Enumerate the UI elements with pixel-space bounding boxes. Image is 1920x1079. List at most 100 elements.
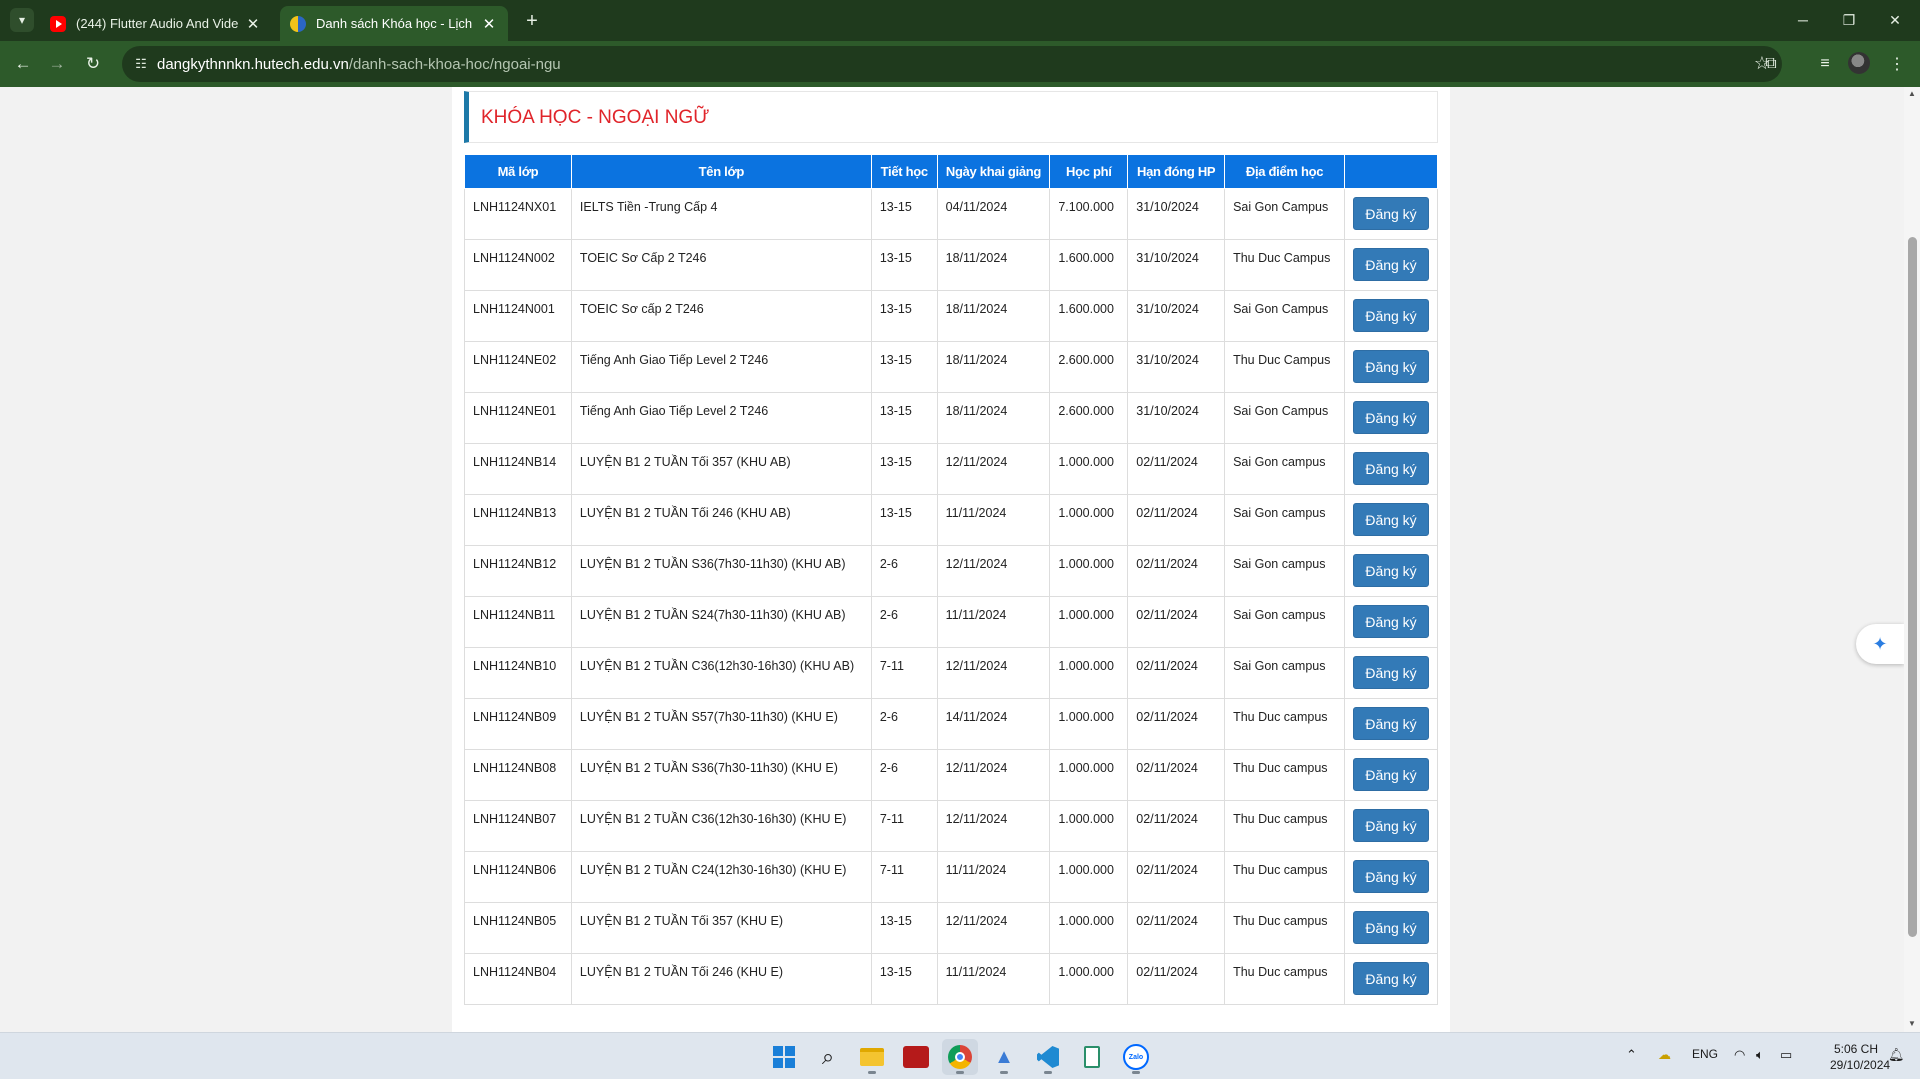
register-button[interactable]: Đăng ký bbox=[1353, 197, 1430, 230]
register-button[interactable]: Đăng ký bbox=[1353, 605, 1430, 638]
action-cell: Đăng ký bbox=[1344, 851, 1438, 903]
register-button[interactable]: Đăng ký bbox=[1353, 962, 1430, 995]
windows-start-icon[interactable] bbox=[766, 1039, 802, 1075]
start-date-cell: 12/11/2024 bbox=[936, 749, 1051, 801]
tab-hutech[interactable]: Danh sách Khóa học - Lịch thi ✕ bbox=[280, 6, 508, 41]
class-code-cell: LNH1124NE01 bbox=[464, 392, 572, 444]
language-indicator[interactable]: ENG bbox=[1692, 1047, 1718, 1061]
notification-bell-icon[interactable]: 🔔︎ bbox=[1888, 1047, 1905, 1063]
register-button[interactable]: Đăng ký bbox=[1353, 809, 1430, 842]
close-tab-icon[interactable]: ✕ bbox=[480, 15, 498, 33]
table-header-row: Mã lớp Tên lớp Tiết học Ngày khai giảng … bbox=[464, 154, 1438, 189]
new-tab-button[interactable]: + bbox=[520, 9, 544, 33]
clock[interactable]: 5:06 CH 29/10/2024 bbox=[1830, 1041, 1891, 1073]
scroll-up-arrow[interactable]: ▲ bbox=[1907, 89, 1917, 99]
close-tab-icon[interactable]: ✕ bbox=[244, 15, 262, 33]
volume-icon[interactable]: 🔈︎ bbox=[1756, 1047, 1764, 1063]
reload-button[interactable]: ↻ bbox=[78, 49, 108, 79]
fee-cell: 2.600.000 bbox=[1049, 392, 1129, 444]
class-code-cell: LNH1124NB08 bbox=[464, 749, 572, 801]
register-button[interactable]: Đăng ký bbox=[1353, 758, 1430, 791]
start-date-cell: 14/11/2024 bbox=[936, 698, 1051, 750]
search-icon[interactable]: ⌕ bbox=[810, 1039, 846, 1075]
start-date-cell: 12/11/2024 bbox=[936, 800, 1051, 852]
register-button[interactable]: Đăng ký bbox=[1353, 656, 1430, 689]
table-row: LNH1124NE01 Tiếng Anh Giao Tiếp Level 2 T… bbox=[464, 392, 1438, 444]
start-date-cell: 12/11/2024 bbox=[936, 443, 1051, 495]
period-cell: 2-6 bbox=[870, 545, 938, 597]
vscode-icon[interactable] bbox=[1030, 1039, 1066, 1075]
android-studio-icon[interactable]: ▲ bbox=[986, 1039, 1022, 1075]
register-button[interactable]: Đăng ký bbox=[1353, 401, 1430, 434]
register-button[interactable]: Đăng ký bbox=[1353, 911, 1430, 944]
fee-cell: 1.000.000 bbox=[1049, 851, 1129, 903]
payment-deadline-cell: 31/10/2024 bbox=[1127, 392, 1226, 444]
period-cell: 13-15 bbox=[870, 188, 938, 240]
register-button[interactable]: Đăng ký bbox=[1353, 503, 1430, 536]
payment-deadline-cell: 02/11/2024 bbox=[1127, 647, 1226, 699]
register-button[interactable]: Đăng ký bbox=[1353, 452, 1430, 485]
register-button[interactable]: Đăng ký bbox=[1353, 707, 1430, 740]
register-button[interactable]: Đăng ký bbox=[1353, 248, 1430, 281]
class-name-cell: LUYỆN B1 2 TUẦN Tối 246 (KHU AB) bbox=[570, 494, 872, 546]
table-row: LNH1124N001 TOEIC Sơ cấp 2 T246 13-15 18/11… bbox=[464, 290, 1438, 342]
weather-icon[interactable]: ☁ bbox=[1658, 1047, 1671, 1063]
scroll-down-arrow[interactable]: ▼ bbox=[1907, 1019, 1917, 1029]
fee-cell: 1.000.000 bbox=[1049, 596, 1129, 648]
chrome-icon[interactable] bbox=[942, 1039, 978, 1075]
forward-button[interactable]: → bbox=[42, 49, 72, 79]
location-cell: Sai Gon campus bbox=[1224, 596, 1346, 648]
browser-toolbar: ← → ↻ ☷ dangkythnnkn.hutech.edu.vn/danh-… bbox=[0, 41, 1920, 87]
minimize-button[interactable]: ─ bbox=[1780, 0, 1826, 40]
app-icon[interactable] bbox=[898, 1039, 934, 1075]
period-cell: 2-6 bbox=[870, 749, 938, 801]
file-explorer-icon[interactable] bbox=[854, 1039, 890, 1075]
menu-icon[interactable]: ⋮ bbox=[1884, 51, 1910, 77]
action-cell: Đăng ký bbox=[1344, 290, 1438, 342]
scrollbar-thumb[interactable] bbox=[1908, 237, 1917, 937]
reading-list-icon[interactable]: ≡ bbox=[1812, 51, 1838, 77]
profile-avatar[interactable] bbox=[1848, 52, 1870, 74]
class-code-cell: LNH1124N001 bbox=[464, 290, 572, 342]
fee-cell: 1.600.000 bbox=[1049, 239, 1129, 291]
table-row: LNH1124NB12 LUYỆN B1 2 TUẦN S36(7h30-11h3… bbox=[464, 545, 1438, 597]
fee-cell: 1.000.000 bbox=[1049, 953, 1129, 1005]
payment-deadline-cell: 31/10/2024 bbox=[1127, 188, 1226, 240]
table-row: LNH1124NB04 LUYỆN B1 2 TUẦN Tối 246 (KHU … bbox=[464, 953, 1438, 1005]
fee-cell: 1.000.000 bbox=[1049, 545, 1129, 597]
action-cell: Đăng ký bbox=[1344, 392, 1438, 444]
location-cell: Thu Duc campus bbox=[1224, 800, 1346, 852]
register-button[interactable]: Đăng ký bbox=[1353, 554, 1430, 587]
period-cell: 13-15 bbox=[870, 239, 938, 291]
site-info-icon[interactable]: ☷ bbox=[132, 55, 150, 73]
clock-time: 5:06 CH bbox=[1833, 1042, 1878, 1056]
extensions-icon[interactable]: ⧉ bbox=[1758, 51, 1784, 77]
vertical-scrollbar[interactable]: ▲ ▼ bbox=[1904, 87, 1920, 1032]
show-hidden-icons-icon[interactable]: ⌃ bbox=[1626, 1047, 1637, 1063]
column-header: Tên lớp bbox=[570, 154, 872, 189]
location-cell: Sai Gon Campus bbox=[1224, 290, 1346, 342]
class-code-cell: LNH1124NB09 bbox=[464, 698, 572, 750]
floating-assistant-icon[interactable]: ✦ bbox=[1856, 624, 1904, 664]
register-button[interactable]: Đăng ký bbox=[1353, 350, 1430, 383]
close-window-button[interactable]: ✕ bbox=[1872, 0, 1918, 40]
tab-youtube[interactable]: (244) Flutter Audio And Video C ✕ bbox=[40, 6, 272, 41]
clock-date: 29/10/2024 bbox=[1830, 1058, 1891, 1072]
class-name-cell: LUYỆN B1 2 TUẦN C36(12h30-16h30) (KHU E) bbox=[570, 800, 872, 852]
page-viewport: KHÓA HỌC - NGOẠI NGỮ Mã lớp Tên lớp Tiết… bbox=[0, 87, 1904, 1032]
register-button[interactable]: Đăng ký bbox=[1353, 299, 1430, 332]
start-date-cell: 12/11/2024 bbox=[936, 545, 1051, 597]
notepad-icon[interactable] bbox=[1074, 1039, 1110, 1075]
action-cell: Đăng ký bbox=[1344, 800, 1438, 852]
battery-icon[interactable]: ▭ bbox=[1780, 1047, 1792, 1063]
restore-button[interactable]: ❐ bbox=[1826, 0, 1872, 40]
zalo-icon[interactable]: Zalo bbox=[1118, 1039, 1154, 1075]
wifi-icon[interactable]: ◠ bbox=[1734, 1047, 1745, 1063]
back-button[interactable]: ← bbox=[8, 49, 38, 79]
start-date-cell: 12/11/2024 bbox=[936, 902, 1051, 954]
class-code-cell: LNH1124NB14 bbox=[464, 443, 572, 495]
url-text[interactable]: dangkythnnkn.hutech.edu.vn/danh-sach-kho… bbox=[157, 56, 561, 73]
tab-search-button[interactable]: ▾ bbox=[10, 8, 34, 32]
register-button[interactable]: Đăng ký bbox=[1353, 860, 1430, 893]
address-bar[interactable]: ☷ dangkythnnkn.hutech.edu.vn/danh-sach-k… bbox=[122, 46, 1782, 82]
